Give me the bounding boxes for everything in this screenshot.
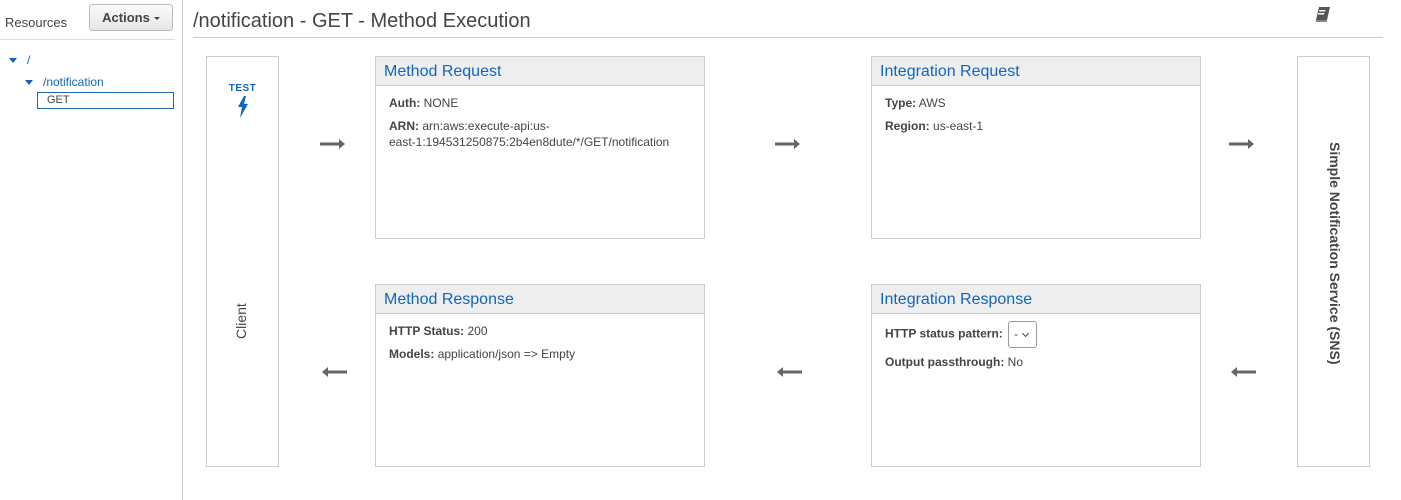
sidebar-title: Resources: [5, 15, 68, 30]
arn-label: ARN:: [389, 119, 419, 133]
tree-item-label: /: [27, 53, 31, 67]
integration-response-link[interactable]: Integration Response: [872, 285, 1200, 314]
actions-label: Actions: [102, 10, 150, 25]
client-label: Client: [233, 303, 249, 339]
arn-row: ARN: arn:aws:execute-api:us-east-1:19453…: [389, 118, 694, 150]
tree-item-root[interactable]: /: [9, 53, 30, 67]
status-pattern-label: HTTP status pattern:: [885, 326, 1003, 341]
caret-down-icon: [153, 17, 160, 21]
sidebar-header: Resources Actions: [0, 0, 175, 40]
backend-service-box: Simple Notification Service (SNS): [1297, 56, 1370, 467]
integration-response-panel: Integration Response HTTP status pattern…: [871, 284, 1201, 467]
status-pattern-select[interactable]: -: [1008, 321, 1038, 348]
resources-sidebar: Resources Actions / /notification GET: [0, 0, 183, 500]
tree-item-get-method[interactable]: GET: [37, 92, 174, 109]
type-value: AWS: [918, 96, 946, 110]
models-value: application/json => Empty: [437, 347, 576, 361]
models-row: Models: application/json => Empty: [389, 346, 691, 362]
arrow-left-icon: [777, 367, 802, 377]
arrow-right-icon: [1229, 139, 1254, 149]
http-status-row: HTTP Status: 200: [389, 323, 691, 339]
integration-request-panel: Integration Request Type: AWS Region: us…: [871, 56, 1201, 239]
actions-button[interactable]: Actions: [89, 4, 173, 31]
expand-caret-icon[interactable]: [9, 58, 17, 64]
arrow-left-icon: [322, 367, 347, 377]
arrow-left-icon: [1231, 367, 1256, 377]
arrow-right-icon: [775, 139, 800, 149]
region-value: us-east-1: [933, 119, 984, 133]
passthrough-label: Output passthrough:: [885, 355, 1005, 369]
expand-caret-icon[interactable]: [25, 80, 33, 86]
region-label: Region:: [885, 119, 930, 133]
status-pattern-value: -: [1014, 327, 1019, 341]
passthrough-row: Output passthrough: No: [885, 354, 1187, 370]
auth-row: Auth: NONE: [389, 95, 691, 111]
auth-label: Auth:: [389, 96, 421, 110]
method-request-panel: Method Request Auth: NONE ARN: arn:aws:e…: [375, 56, 705, 239]
passthrough-value: No: [1007, 355, 1024, 369]
method-response-link[interactable]: Method Response: [376, 285, 704, 314]
test-button[interactable]: TEST: [207, 83, 278, 118]
http-status-label: HTTP Status:: [389, 324, 465, 338]
type-label: Type:: [885, 96, 917, 110]
page-title: /notification - GET - Method Execution: [193, 10, 531, 32]
auth-value: NONE: [423, 96, 459, 110]
models-label: Models:: [389, 347, 435, 361]
status-pattern-row: HTTP status pattern: -: [885, 321, 1187, 348]
lightning-bolt-icon: [237, 96, 248, 118]
http-status-value: 200: [467, 324, 488, 338]
arn-value: arn:aws:execute-api:us-east-1:1945312508…: [389, 119, 670, 149]
arrow-right-icon: [320, 139, 345, 149]
book-icon[interactable]: [1313, 5, 1333, 25]
tree-item-notification[interactable]: /notification: [25, 75, 104, 89]
client-box: TEST Client: [206, 56, 279, 467]
tree-item-label: /notification: [43, 75, 104, 89]
method-request-link[interactable]: Method Request: [376, 57, 704, 86]
test-label: TEST: [228, 83, 257, 94]
chevron-down-icon: [1022, 329, 1030, 338]
method-response-panel: Method Response HTTP Status: 200 Models:…: [375, 284, 705, 467]
integration-request-link[interactable]: Integration Request: [872, 57, 1200, 86]
type-row: Type: AWS: [885, 95, 1187, 111]
region-row: Region: us-east-1: [885, 118, 1187, 134]
backend-service-label: Simple Notification Service (SNS): [1327, 142, 1343, 365]
title-divider: [193, 37, 1383, 38]
